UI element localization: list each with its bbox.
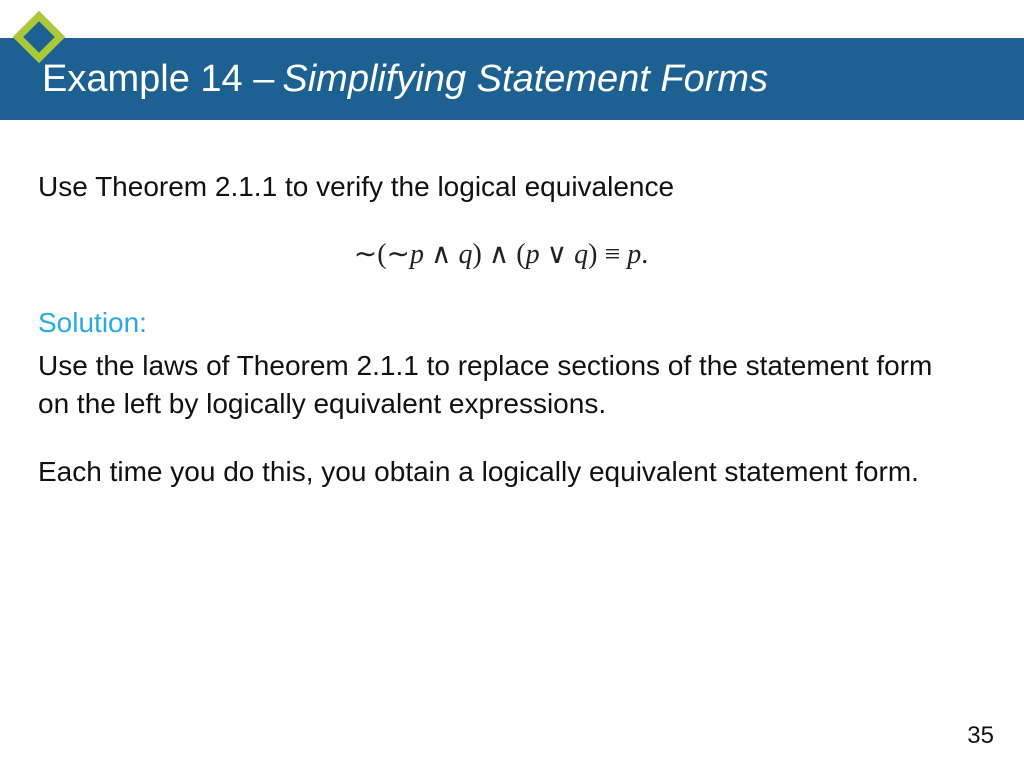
solution-paragraph-2: Each time you do this, you obtain a logi… bbox=[38, 453, 964, 491]
slide-body: Use Theorem 2.1.1 to verify the logical … bbox=[38, 168, 964, 521]
slide-subtitle: Simplifying Statement Forms bbox=[282, 58, 768, 101]
intro-text: Use Theorem 2.1.1 to verify the logical … bbox=[38, 168, 964, 206]
page-number: 35 bbox=[967, 722, 994, 750]
slide: Example 14 – Simplifying Statement Forms… bbox=[0, 0, 1024, 768]
logical-equivalence-formula: ∼(∼p ∧ q) ∧ (p ∨ q) ≡ p. bbox=[38, 236, 964, 274]
solution-label: Solution: bbox=[38, 304, 964, 342]
diamond-icon bbox=[8, 6, 70, 68]
solution-paragraph-1: Use the laws of Theorem 2.1.1 to replace… bbox=[38, 347, 964, 423]
example-label: Example 14 – bbox=[42, 58, 274, 101]
title-bar: Example 14 – Simplifying Statement Forms bbox=[0, 38, 1024, 120]
